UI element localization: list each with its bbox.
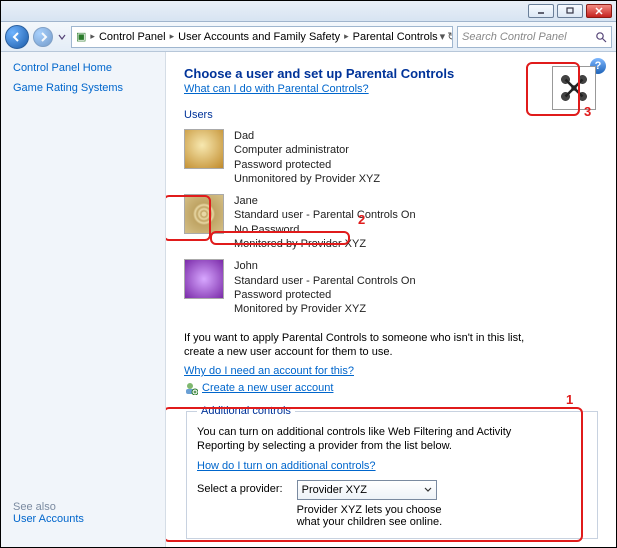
chevron-right-icon: ▸ — [88, 31, 97, 42]
additional-controls-legend: Additional controls — [197, 405, 295, 417]
user-name: Dad — [234, 129, 380, 143]
user-role: Computer administrator — [234, 143, 380, 157]
nav-history-dropdown[interactable] — [57, 27, 67, 47]
user-avatar — [184, 129, 224, 169]
search-input[interactable]: Search Control Panel — [457, 26, 612, 48]
select-provider-label: Select a provider: — [197, 480, 283, 495]
user-password-status: Password protected — [234, 288, 416, 302]
refresh-icon[interactable]: ↻ — [447, 30, 453, 43]
user-name: Jane — [234, 194, 416, 208]
user-avatar — [184, 259, 224, 299]
user-accounts-link[interactable]: User Accounts — [13, 513, 84, 525]
control-panel-home-link[interactable]: Control Panel Home — [13, 62, 153, 74]
window-titlebar — [1, 1, 616, 22]
additional-controls-description: You can turn on additional controls like… — [197, 425, 557, 454]
navigation-toolbar: ▣ ▸ Control Panel ▸ User Accounts and Fa… — [1, 22, 616, 52]
user-password-status: Password protected — [234, 158, 380, 172]
how-turn-on-link[interactable]: How do I turn on additional controls? — [197, 460, 376, 472]
page-title: Choose a user and set up Parental Contro… — [184, 66, 600, 81]
user-monitor-status: Monitored by Provider XYZ — [234, 302, 416, 316]
why-need-account-link[interactable]: Why do I need an account for this? — [184, 365, 354, 377]
chevron-down-icon[interactable]: ▾ — [440, 30, 446, 43]
breadcrumb[interactable]: ▣ ▸ Control Panel ▸ User Accounts and Fa… — [71, 26, 453, 48]
user-monitor-status: Unmonitored by Provider XYZ — [234, 172, 380, 186]
new-user-description: If you want to apply Parental Controls t… — [184, 331, 554, 360]
breadcrumb-item[interactable]: User Accounts and Family Safety — [178, 31, 340, 43]
chevron-right-icon: ▸ — [168, 31, 177, 42]
provider-selected-value: Provider XYZ — [302, 484, 367, 496]
user-monitor-status: Monitored by Provider XYZ — [234, 237, 416, 251]
additional-controls-group: Additional controls You can turn on addi… — [186, 405, 598, 539]
search-icon — [595, 31, 607, 43]
forward-button[interactable] — [33, 27, 53, 47]
provider-description: Provider XYZ lets you choose what your c… — [297, 504, 447, 528]
provider-logo — [552, 66, 596, 110]
chevron-down-icon — [424, 486, 432, 494]
user-role: Standard user - Parental Controls On — [234, 274, 416, 288]
what-can-i-do-link[interactable]: What can I do with Parental Controls? — [184, 83, 369, 95]
user-avatar — [184, 194, 224, 234]
minimize-button[interactable] — [528, 4, 554, 18]
user-password-status: No Password — [234, 223, 416, 237]
game-rating-systems-link[interactable]: Game Rating Systems — [13, 82, 153, 94]
see-also-label: See also — [13, 501, 56, 513]
back-button[interactable] — [5, 25, 29, 49]
main-content: ? Choose a user and set up Parental Cont… — [166, 52, 616, 547]
chevron-right-icon: ▸ — [342, 31, 351, 42]
control-panel-icon: ▣ — [76, 30, 86, 43]
create-new-user-link[interactable]: Create a new user account — [202, 382, 333, 394]
user-row[interactable]: Dad Computer administrator Password prot… — [184, 129, 600, 186]
user-role: Standard user - Parental Controls On — [234, 208, 416, 222]
provider-dropdown[interactable]: Provider XYZ — [297, 480, 437, 500]
search-placeholder: Search Control Panel — [462, 31, 595, 43]
close-button[interactable] — [586, 4, 612, 18]
user-row[interactable]: Jane Standard user - Parental Controls O… — [184, 194, 600, 251]
add-user-icon — [184, 381, 198, 395]
users-section-label: Users — [184, 109, 600, 121]
left-navigation: Control Panel Home Game Rating Systems S… — [1, 52, 166, 547]
maximize-button[interactable] — [557, 4, 583, 18]
breadcrumb-item[interactable]: Parental Controls — [353, 31, 438, 43]
breadcrumb-item[interactable]: Control Panel — [99, 31, 166, 43]
user-name: John — [234, 259, 416, 273]
user-row[interactable]: John Standard user - Parental Controls O… — [184, 259, 600, 316]
